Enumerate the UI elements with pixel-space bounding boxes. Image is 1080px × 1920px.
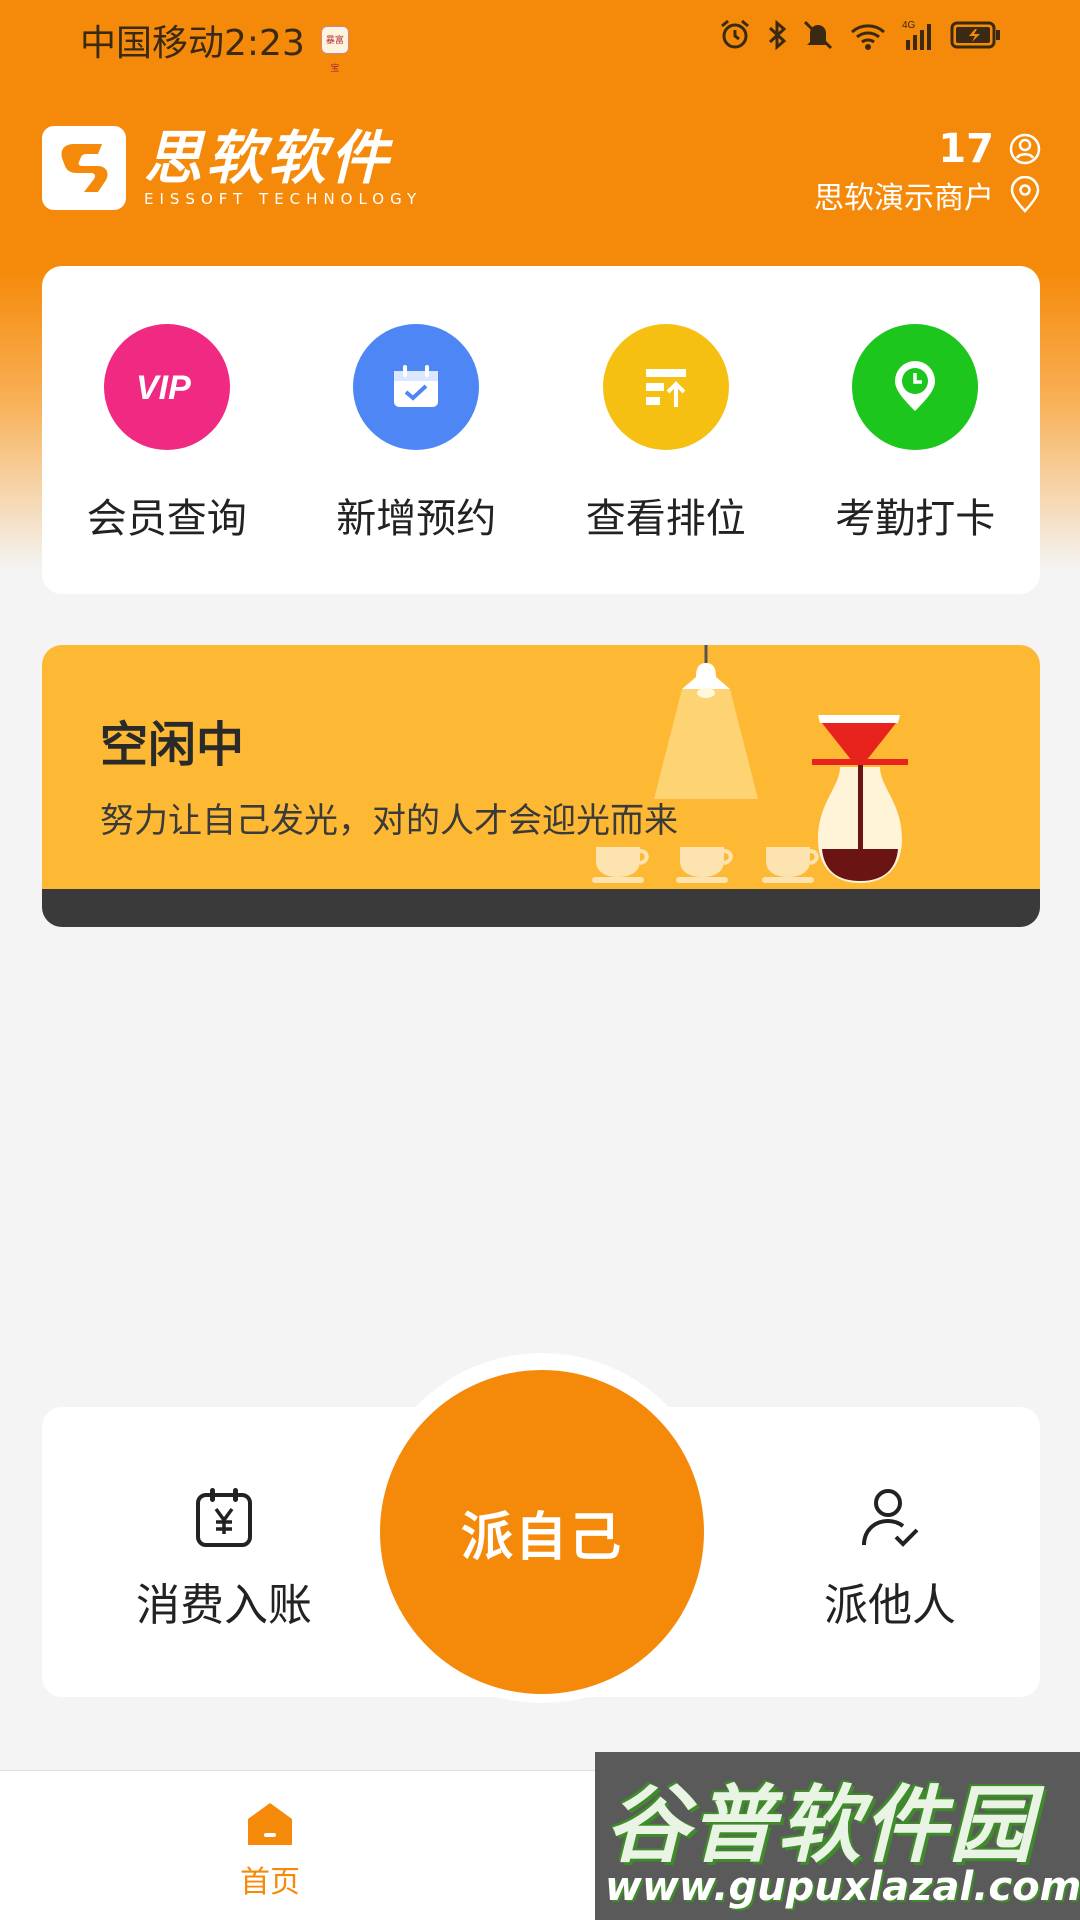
svg-text:4G: 4G: [902, 20, 916, 31]
vip-icon: VIP: [103, 324, 230, 450]
brand: 思软软件 EISSOFT TECHNOLOGY: [42, 126, 422, 210]
consumption-entry-label: 消费入账: [136, 1580, 312, 1631]
quick-action-label: 查看排位: [585, 496, 746, 542]
mute-bell-icon: [803, 20, 833, 50]
battery-icon: [950, 21, 1000, 49]
watermark-title: 谷普软件园: [605, 1776, 1036, 1874]
quick-action-label: 考勤打卡: [835, 496, 996, 542]
cellular-signal-icon: 4G: [902, 20, 931, 50]
user-check-icon: [862, 1489, 919, 1547]
brand-name: 思软软件: [144, 124, 393, 192]
calendar-yen-icon: [196, 1488, 252, 1547]
site-watermark: 谷普软件园 www.gupuxlazal.com: [595, 1752, 1080, 1920]
nav-home-tab[interactable]: 首页: [220, 1801, 320, 1901]
quick-action-label: 新增预约: [336, 496, 497, 542]
bluetooth-icon: [768, 19, 787, 51]
home-icon: [248, 1803, 292, 1845]
status-bar-right: 4G: [718, 18, 1002, 52]
merchant-row: 思软演示商户: [814, 172, 1042, 218]
location-pin-icon[interactable]: [1008, 176, 1042, 214]
alarm-icon: [721, 19, 749, 49]
clock-pin-icon: [852, 324, 979, 450]
quick-action-member-query[interactable]: VIP 会员查询: [67, 324, 267, 594]
svg-text:VIP: VIP: [136, 369, 191, 407]
merchant-name: 思软演示商户: [814, 181, 994, 216]
quick-actions-card: VIP 会员查询 新增预约 查看排位 考勤打卡: [42, 266, 1040, 594]
quick-action-new-appointment[interactable]: 新增预约: [316, 324, 516, 594]
watermark-url: www.gupuxlazal.com: [605, 1864, 1080, 1910]
dispatch-self-button[interactable]: 派自己: [380, 1370, 704, 1694]
carrier-time: 中国移动2:23: [80, 23, 305, 64]
nav-home-label: 首页: [240, 1865, 300, 1900]
brand-subtitle: EISSOFT TECHNOLOGY: [144, 190, 423, 208]
dispatch-others-label: 派他人: [824, 1580, 956, 1631]
s-logo-icon: [42, 126, 126, 210]
dispatch-others-button[interactable]: 派他人: [770, 1485, 1010, 1633]
status-banner: 空闲中 努力让自己发光，对的人才会迎光而来: [42, 645, 1040, 927]
brand-text: 思软软件 EISSOFT TECHNOLOGY: [144, 127, 422, 209]
quick-action-label: 会员查询: [86, 496, 247, 542]
app-notification-icon: 暴富宝: [320, 26, 349, 74]
calendar-check-icon: [353, 324, 480, 450]
status-bar: 中国移动2:23 暴富宝 4G: [0, 0, 1080, 75]
coffee-illustration: [592, 645, 908, 883]
queue-ranking-icon: [602, 324, 729, 450]
user-info[interactable]: 17 思软演示商户: [814, 126, 1042, 218]
user-id-row: 17: [814, 126, 1042, 172]
user-circle-icon[interactable]: [1008, 132, 1042, 166]
status-title: 空闲中: [100, 717, 245, 773]
quick-action-view-ranking[interactable]: 查看排位: [566, 324, 766, 594]
quick-action-attendance[interactable]: 考勤打卡: [815, 324, 1015, 594]
consumption-entry-button[interactable]: 消费入账: [104, 1485, 344, 1633]
banner-floor: [42, 889, 1040, 927]
user-id: 17: [938, 126, 994, 172]
status-bar-left: 中国移动2:23 暴富宝: [80, 14, 349, 74]
wifi-icon: [851, 24, 885, 50]
